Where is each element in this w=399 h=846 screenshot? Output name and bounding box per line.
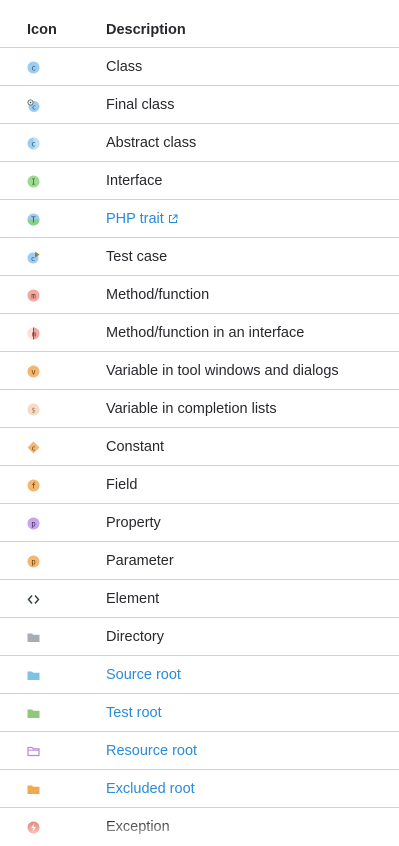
interface-icon: I <box>27 175 40 188</box>
svg-text:c: c <box>31 139 36 148</box>
row-description: Final class <box>106 97 175 113</box>
row-description: Method/function <box>106 287 210 303</box>
table-row: f Field <box>0 466 399 504</box>
row-description: Parameter <box>106 553 174 569</box>
row-description: Method/function in an interface <box>106 325 305 341</box>
excluded-root-icon <box>27 783 40 796</box>
icon-column-header: Icon <box>27 22 57 38</box>
completion-variable-icon: $ <box>27 403 40 416</box>
field-icon: f <box>27 479 40 492</box>
row-description: Variable in completion lists <box>106 401 277 417</box>
final-class-icon: c <box>27 99 40 112</box>
table-row: c Abstract class <box>0 124 399 162</box>
svg-text:p: p <box>31 519 36 528</box>
svg-text:$: $ <box>31 406 35 414</box>
svg-text:p: p <box>31 557 36 566</box>
source-root-link[interactable]: Source root <box>106 667 181 683</box>
element-icon <box>27 593 40 606</box>
method-icon: m <box>27 289 40 302</box>
table-row: p Parameter <box>0 542 399 580</box>
php-trait-link[interactable]: PHP trait <box>106 211 178 228</box>
table-row: Exception <box>0 808 399 846</box>
svg-text:m: m <box>32 330 36 338</box>
php-trait-icon: T <box>27 213 40 226</box>
link-text: PHP trait <box>106 211 164 227</box>
table-row: I Interface <box>0 162 399 200</box>
constant-icon: c <box>27 441 40 454</box>
excluded-root-link[interactable]: Excluded root <box>106 781 195 797</box>
external-link-icon <box>168 212 178 228</box>
table-row: c Constant <box>0 428 399 466</box>
property-icon: p <box>27 517 40 530</box>
interface-method-icon: m <box>27 327 40 340</box>
row-description: Class <box>106 59 143 75</box>
parameter-icon: p <box>27 555 40 568</box>
table-row: T PHP trait <box>0 200 399 238</box>
resource-root-link[interactable]: Resource root <box>106 743 197 759</box>
test-root-icon <box>27 707 40 720</box>
table-row: m Method/function in an interface <box>0 314 399 352</box>
row-description: Interface <box>106 173 163 189</box>
table-row: Resource root <box>0 732 399 770</box>
table-row: Excluded root <box>0 770 399 808</box>
svg-text:c: c <box>31 63 36 72</box>
table-row: Source root <box>0 656 399 694</box>
source-root-icon <box>27 669 40 682</box>
table-row: Test root <box>0 694 399 732</box>
row-description: Exception <box>106 819 170 835</box>
table-row: m Method/function <box>0 276 399 314</box>
row-description: Test case <box>106 249 168 265</box>
row-description: Element <box>106 591 160 607</box>
table-row: c Class <box>0 48 399 86</box>
svg-text:c: c <box>31 255 35 263</box>
variable-icon: v <box>27 365 40 378</box>
directory-icon <box>27 631 40 644</box>
row-description: Abstract class <box>106 135 197 151</box>
test-case-icon: c <box>27 251 40 264</box>
abstract-class-icon: c <box>27 137 40 150</box>
svg-text:f: f <box>31 481 36 490</box>
svg-text:v: v <box>31 367 36 376</box>
svg-text:c: c <box>31 444 35 452</box>
row-description: Constant <box>106 439 165 455</box>
resource-root-icon <box>27 745 40 758</box>
row-description: Field <box>106 477 138 493</box>
row-description: Property <box>106 515 161 531</box>
icon-table-body: c Class c Final class c Abstract class I… <box>0 48 399 846</box>
test-root-link[interactable]: Test root <box>106 705 162 721</box>
row-description: Directory <box>106 629 165 645</box>
table-row: Directory <box>0 618 399 656</box>
table-row: c Final class <box>0 86 399 124</box>
table-row: v Variable in tool windows and dialogs <box>0 352 399 390</box>
row-description: Variable in tool windows and dialogs <box>106 363 339 379</box>
table-row: Element <box>0 580 399 618</box>
exception-icon <box>27 821 40 834</box>
class-icon: c <box>27 61 40 74</box>
table-row: c Test case <box>0 238 399 276</box>
table-row: $ Variable in completion lists <box>0 390 399 428</box>
table-row: p Property <box>0 504 399 542</box>
svg-text:I: I <box>31 177 36 186</box>
svg-text:m: m <box>31 291 36 300</box>
svg-text:T: T <box>31 215 36 224</box>
table-header: Icon Description <box>0 0 399 48</box>
description-column-header: Description <box>106 22 186 38</box>
